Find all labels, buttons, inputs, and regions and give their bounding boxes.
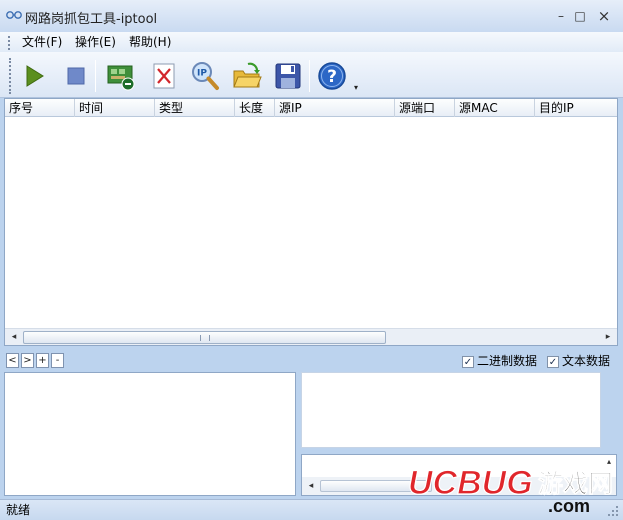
svg-text:.com: .com: [548, 496, 590, 514]
binary-data-checkbox[interactable]: ✓: [462, 356, 474, 368]
svg-text:UCBUG: UCBUG: [408, 464, 533, 502]
app-icon: [6, 11, 22, 19]
start-icon[interactable]: [18, 60, 50, 92]
maximize-button[interactable]: □: [570, 6, 590, 26]
stop-icon[interactable]: [60, 60, 92, 92]
binary-data-pane[interactable]: [301, 372, 601, 448]
toolbar: IP ?: [0, 52, 623, 98]
title-bar[interactable]: 网路岗抓包工具-iptool – □ ×: [0, 0, 623, 32]
toolbar-separator: [309, 60, 310, 92]
status-text: 就绪: [6, 503, 31, 517]
packet-list[interactable]: 序号 时间 类型 长度 源IP 源端口 源MAC 目的IP ◂ ▸: [4, 98, 618, 346]
minimize-button[interactable]: –: [551, 6, 571, 26]
svg-text:IP: IP: [197, 69, 207, 79]
scroll-right-arrow[interactable]: ▸: [601, 331, 615, 344]
network-adapter-icon[interactable]: [106, 60, 138, 92]
menu-file[interactable]: 文件(F): [22, 34, 62, 51]
svg-text:游戏网: 游戏网: [538, 469, 613, 498]
open-folder-icon[interactable]: [231, 60, 263, 92]
scrollbar-grip: [200, 335, 210, 341]
scroll-left-arrow[interactable]: ◂: [7, 331, 21, 344]
menu-bar: 文件(F) 操作(E) 帮助(H): [0, 32, 623, 52]
toolbar-grip[interactable]: [9, 58, 12, 94]
horizontal-scrollbar[interactable]: ◂ ▸: [5, 328, 617, 345]
collapse-button[interactable]: -: [51, 353, 64, 368]
menu-grip[interactable]: [8, 36, 11, 50]
column-header-src-ip[interactable]: 源IP: [275, 99, 395, 117]
text-data-checkbox[interactable]: ✓: [547, 356, 559, 368]
column-header-src-port[interactable]: 源端口: [395, 99, 455, 117]
next-packet-button[interactable]: >: [21, 353, 34, 368]
scrollbar-thumb[interactable]: [23, 331, 386, 344]
prev-packet-button[interactable]: <: [6, 353, 19, 368]
packet-list-header: 序号 时间 类型 长度 源IP 源端口 源MAC 目的IP: [5, 99, 617, 117]
svg-text:?: ?: [327, 67, 337, 87]
toolbar-overflow-button[interactable]: ▾: [354, 84, 362, 92]
expand-button[interactable]: +: [36, 353, 49, 368]
column-header-time[interactable]: 时间: [75, 99, 155, 117]
menu-help[interactable]: 帮助(H): [129, 34, 171, 51]
column-header-seq[interactable]: 序号: [5, 99, 75, 117]
help-icon[interactable]: ?: [316, 60, 348, 92]
packet-tree-pane[interactable]: [4, 372, 296, 496]
clear-icon[interactable]: [148, 60, 180, 92]
text-data-label: 文本数据: [562, 354, 611, 368]
toolbar-separator: [95, 60, 96, 92]
window-title: 网路岗抓包工具-iptool: [25, 12, 158, 27]
column-header-src-mac[interactable]: 源MAC: [455, 99, 535, 117]
column-header-dst-ip[interactable]: 目的IP: [535, 99, 617, 117]
save-icon[interactable]: [272, 60, 304, 92]
column-header-type[interactable]: 类型: [155, 99, 235, 117]
watermark-logo: UCBUG 游戏网 .com: [408, 463, 613, 514]
binary-data-label: 二进制数据: [477, 354, 538, 368]
text-pane-scroll-left[interactable]: ◂: [304, 480, 318, 493]
ip-search-icon[interactable]: IP: [189, 60, 221, 92]
column-header-length[interactable]: 长度: [235, 99, 275, 117]
close-button[interactable]: ×: [594, 6, 614, 26]
menu-edit[interactable]: 操作(E): [75, 34, 116, 51]
